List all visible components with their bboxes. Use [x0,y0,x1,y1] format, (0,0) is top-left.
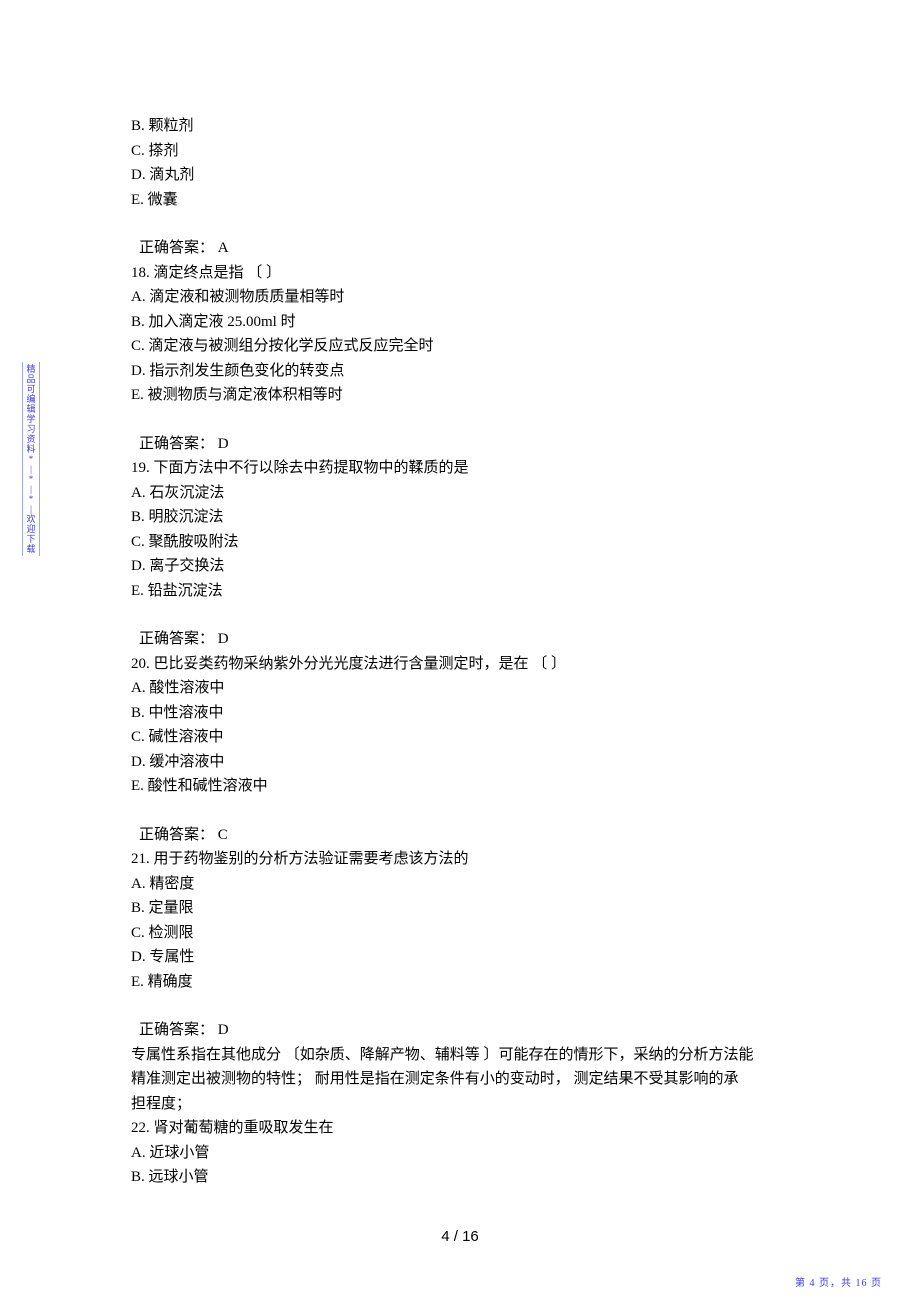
side-watermark-char: 习 [23,424,39,434]
answer-19: 正确答案： D [131,627,789,652]
q19-option-b: B. 明胶沉淀法 [131,505,789,530]
side-watermark-char: | [23,504,39,514]
option-c: C. 搽剂 [131,139,789,164]
q20-option-d: D. 缓冲溶液中 [131,750,789,775]
side-watermark-char: | [23,484,39,494]
q21-explain-3: 担程度； [131,1092,789,1117]
q18-option-d: D. 指示剂发生颜色变化的转变点 [131,359,789,384]
side-watermark-char: 学 [23,414,39,424]
side-watermark-char: 精 [23,364,39,374]
option-b: B. 颗粒剂 [131,114,789,139]
question-20-stem: 20. 巴比妥类药物采纳紫外分光光度法进行含量测定时，是在 〔 〕 [131,652,789,677]
side-watermark-char: * [23,454,39,464]
q19-option-c: C. 聚酰胺吸附法 [131,530,789,555]
q20-option-b: B. 中性溶液中 [131,701,789,726]
q21-option-c: C. 检测限 [131,921,789,946]
footer-page-info: 第 4 页，共 16 页 [795,1274,882,1289]
q21-explain-1: 专属性系指在其他成分 〔如杂质、降解产物、辅料等 〕可能存在的情形下，采纳的分析… [131,1043,789,1068]
answer-21: 正确答案： D [131,1018,789,1043]
q19-option-a: A. 石灰沉淀法 [131,481,789,506]
q21-option-e: E. 精确度 [131,970,789,995]
side-watermark-char: * [23,474,39,484]
q20-option-c: C. 碱性溶液中 [131,725,789,750]
q20-option-e: E. 酸性和碱性溶液中 [131,774,789,799]
answer-20: 正确答案： C [131,823,789,848]
q18-option-e: E. 被测物质与滴定液体积相等时 [131,383,789,408]
side-watermark-char: * [23,494,39,504]
side-watermark-char: 下 [23,534,39,544]
q21-option-a: A. 精密度 [131,872,789,897]
q19-option-d: D. 离子交换法 [131,554,789,579]
question-18-stem: 18. 滴定终点是指 〔 〕 [131,261,789,286]
q21-option-d: D. 专属性 [131,945,789,970]
q22-option-a: A. 近球小管 [131,1141,789,1166]
side-watermark-char: 可 [23,384,39,394]
q18-option-c: C. 滴定液与被测组分按化学反应式反应完全时 [131,334,789,359]
side-watermark-char: 编 [23,394,39,404]
q18-option-b: B. 加入滴定液 25.00ml 时 [131,310,789,335]
side-watermark-char: 品 [23,374,39,384]
q20-option-a: A. 酸性溶液中 [131,676,789,701]
q18-option-a: A. 滴定液和被测物质质量相等时 [131,285,789,310]
side-watermark-char: 欢 [23,514,39,524]
page-number: 4 / 16 [0,1228,920,1245]
q22-option-b: B. 远球小管 [131,1165,789,1190]
side-watermark-char: 迎 [23,524,39,534]
side-watermark-char: 载 [23,544,39,554]
question-21-stem: 21. 用于药物鉴别的分析方法验证需要考虑该方法的 [131,847,789,872]
document-page: B. 颗粒剂 C. 搽剂 D. 滴丸剂 E. 微囊 正确答案： A 18. 滴定… [0,0,920,1303]
side-watermark-char: 料 [23,444,39,454]
q21-option-b: B. 定量限 [131,896,789,921]
option-d: D. 滴丸剂 [131,163,789,188]
q21-explain-2: 精准测定出被测物的特性； 耐用性是指在测定条件有小的变动时， 测定结果不受其影响… [131,1067,789,1092]
q19-option-e: E. 铅盐沉淀法 [131,579,789,604]
question-22-stem: 22. 肾对葡萄糖的重吸取发生在 [131,1116,789,1141]
side-watermark-char: 资 [23,434,39,444]
answer-17: 正确答案： A [131,236,789,261]
question-19-stem: 19. 下面方法中不行以除去中药提取物中的鞣质的是 [131,456,789,481]
side-watermark-char: | [23,464,39,474]
answer-18: 正确答案： D [131,432,789,457]
side-watermark: 精品可编辑学习资料*|*|*|欢迎下载 [22,362,40,556]
side-watermark-char: 辑 [23,404,39,414]
option-e: E. 微囊 [131,188,789,213]
